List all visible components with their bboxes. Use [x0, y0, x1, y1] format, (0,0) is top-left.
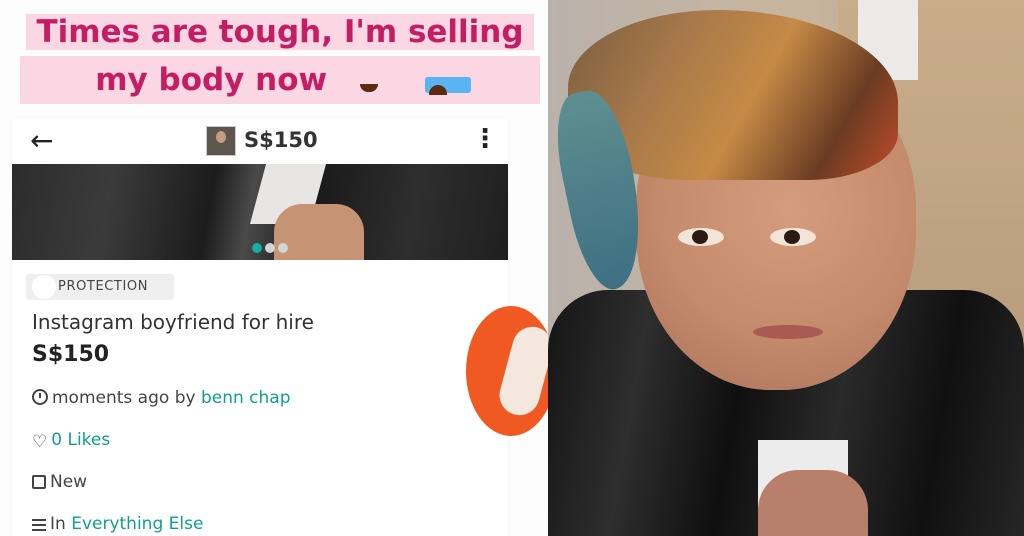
list-icon — [32, 519, 46, 531]
caption-line-2: my body now — [85, 62, 338, 98]
clock-icon — [32, 389, 48, 405]
brand-logo — [466, 306, 556, 436]
likes-row[interactable]: ♡ 0 Likes — [32, 428, 110, 454]
condition-row: New — [32, 470, 87, 494]
seller-link[interactable]: benn chap — [201, 388, 291, 408]
listing-title: Instagram boyfriend for hire — [32, 310, 314, 334]
carousel-dots[interactable] — [252, 238, 291, 257]
posted-info: moments ago by benn chap — [32, 386, 291, 410]
listing-thumbnail[interactable] — [206, 126, 236, 156]
badge-label: PROTECTION — [58, 279, 149, 294]
category-row: In Everything Else — [32, 512, 203, 536]
top-bar: ← S$150 ⋮ — [12, 118, 508, 164]
shield-icon — [32, 274, 56, 299]
listing-photo[interactable] — [12, 164, 508, 260]
crying-face-icon — [420, 64, 475, 99]
likes-count[interactable]: 0 Likes — [51, 430, 110, 450]
category-link[interactable]: Everything Else — [71, 514, 203, 534]
tears-of-joy-icon — [352, 64, 406, 99]
protection-badge: PROTECTION — [26, 274, 174, 300]
carousel-dot[interactable] — [278, 243, 288, 253]
carousel-dot[interactable] — [265, 243, 275, 253]
tag-icon — [32, 475, 46, 489]
back-arrow-icon[interactable]: ← — [30, 124, 53, 158]
heart-icon[interactable]: ♡ — [32, 430, 47, 454]
caption-line-1: Times are tough, I'm selling — [26, 14, 534, 50]
more-options-icon[interactable]: ⋮ — [472, 122, 498, 156]
selfie-photo — [548, 0, 1024, 536]
category-prefix: In — [50, 514, 72, 534]
listing-price: S$150 — [32, 342, 110, 367]
header-price: S$150 — [244, 128, 318, 152]
meme-caption: Times are tough, I'm selling my body now — [20, 8, 540, 104]
left-panel: Times are tough, I'm selling my body now… — [0, 0, 556, 536]
carousel-dot[interactable] — [252, 243, 262, 253]
posted-text: moments ago by — [52, 388, 201, 408]
condition-text: New — [50, 472, 88, 492]
listing-screen: ← S$150 ⋮ PROTECTION Instagram boyfriend… — [12, 118, 508, 536]
